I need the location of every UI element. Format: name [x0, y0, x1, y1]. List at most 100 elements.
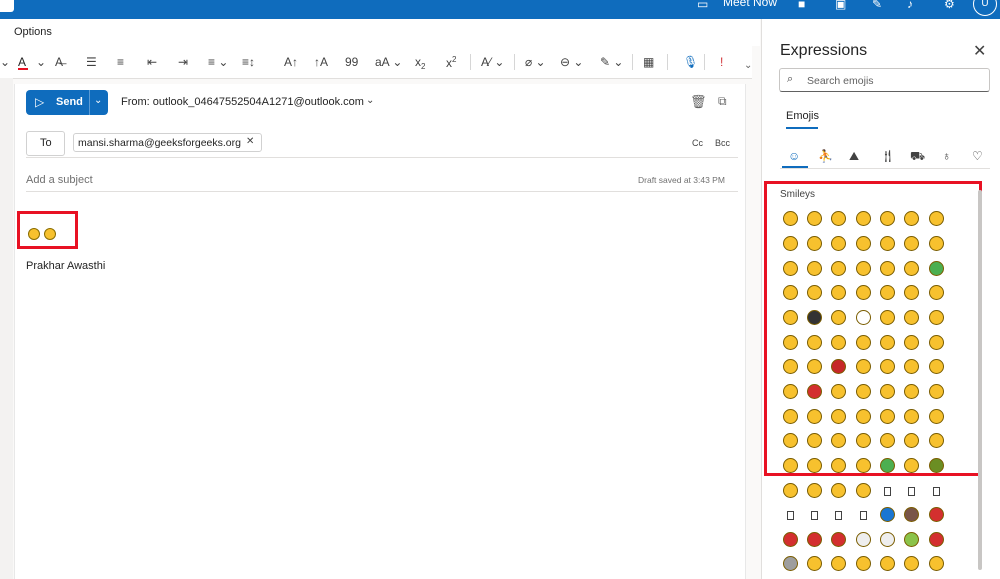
emoji-button[interactable]: [929, 236, 944, 251]
emoji-button[interactable]: [856, 359, 871, 374]
numbering-icon[interactable]: ≡: [117, 55, 124, 69]
emoji-button[interactable]: [807, 211, 822, 226]
bullets-icon[interactable]: ☰: [86, 55, 97, 69]
emoji-button[interactable]: [831, 556, 846, 571]
emoji-button[interactable]: [856, 433, 871, 448]
emoji-button[interactable]: [856, 409, 871, 424]
send-button[interactable]: ▷ Send ⌄: [26, 90, 108, 115]
cc-button[interactable]: Cc: [692, 138, 703, 148]
pop-out-icon[interactable]: ⧉: [718, 94, 727, 109]
search-input[interactable]: ⌕ Search emojis: [779, 68, 990, 92]
emoji-button[interactable]: [904, 409, 919, 424]
feedback-icon[interactable]: ✎: [872, 0, 882, 11]
discard-icon[interactable]: 🗑︎: [690, 94, 707, 110]
emoji-button[interactable]: [831, 458, 846, 473]
emoji-button[interactable]: [904, 433, 919, 448]
link-icon[interactable]: ⊖ ⌄: [560, 55, 583, 69]
emoji-button[interactable]: [929, 310, 944, 325]
increase-indent-icon[interactable]: ⇥: [178, 55, 188, 69]
emoji-button[interactable]: [807, 409, 822, 424]
emoji-button[interactable]: [880, 261, 895, 276]
emoji-button[interactable]: [880, 335, 895, 350]
meet-now-icon[interactable]: ▭: [697, 0, 708, 11]
dropdown-chevron-icon[interactable]: ⌄: [36, 55, 46, 69]
emoji-button[interactable]: [880, 211, 895, 226]
emoji-placeholder-icon[interactable]: [835, 511, 842, 520]
emoji-button[interactable]: [807, 483, 822, 498]
emoji-button[interactable]: [880, 507, 895, 522]
emoji-button[interactable]: [856, 211, 871, 226]
emoji-button[interactable]: [783, 556, 798, 571]
emoji-placeholder-icon[interactable]: [787, 511, 794, 520]
clear-format-icon[interactable]: A̶: [55, 55, 63, 69]
objects-icon[interactable]: ♁: [942, 149, 951, 163]
chevron-down-icon[interactable]: ⌄: [366, 95, 374, 106]
superscript-icon[interactable]: x2: [446, 55, 456, 70]
emoji-button[interactable]: [831, 384, 846, 399]
emoji-button[interactable]: [929, 384, 944, 399]
emoji-button[interactable]: [904, 285, 919, 300]
heart-icon[interactable]: ♡: [972, 149, 983, 163]
teams-icon[interactable]: ■: [798, 0, 805, 11]
emoji-button[interactable]: [807, 261, 822, 276]
emoji-button[interactable]: [929, 285, 944, 300]
emoji-button[interactable]: [831, 483, 846, 498]
close-icon[interactable]: ✕: [246, 136, 254, 147]
emoji-button[interactable]: [831, 335, 846, 350]
emoji-button[interactable]: [831, 409, 846, 424]
dictate-icon[interactable]: 🎙︎: [683, 55, 698, 69]
meet-now-button[interactable]: Meet Now: [723, 0, 777, 9]
emoji-button[interactable]: [783, 532, 798, 547]
emoji-button[interactable]: [783, 458, 798, 473]
emoji-placeholder-icon[interactable]: [811, 511, 818, 520]
emoji-button[interactable]: [929, 211, 944, 226]
emoji-button[interactable]: [831, 211, 846, 226]
emoji-button[interactable]: [929, 409, 944, 424]
emoji-button[interactable]: [904, 384, 919, 399]
travel-icon[interactable]: ⛟: [910, 149, 925, 165]
emoji-button[interactable]: [880, 359, 895, 374]
emoji-button[interactable]: [856, 310, 871, 325]
emoji-button[interactable]: [856, 532, 871, 547]
attach-icon[interactable]: ⌀ ⌄: [525, 55, 546, 69]
emoji-button[interactable]: [929, 433, 944, 448]
emoji-button[interactable]: [831, 532, 846, 547]
emoji-button[interactable]: [904, 359, 919, 374]
emoji-button[interactable]: [856, 458, 871, 473]
emoji-button[interactable]: [880, 236, 895, 251]
emoji-button[interactable]: [904, 236, 919, 251]
bcc-button[interactable]: Bcc: [715, 138, 730, 148]
emoji-button[interactable]: [831, 236, 846, 251]
smiley-icon[interactable]: ☺: [788, 149, 800, 163]
tab-emojis[interactable]: Emojis: [786, 110, 819, 122]
emoji-button[interactable]: [904, 261, 919, 276]
emoji-button[interactable]: [783, 335, 798, 350]
emoji-button[interactable]: [904, 310, 919, 325]
emoji-button[interactable]: [904, 211, 919, 226]
close-icon[interactable]: ✕: [973, 41, 986, 61]
emoji-button[interactable]: [856, 483, 871, 498]
signature-icon[interactable]: ✎ ⌄: [600, 55, 623, 69]
emoji-button[interactable]: [929, 507, 944, 522]
avatar[interactable]: U: [973, 0, 997, 16]
emoji-button[interactable]: [807, 433, 822, 448]
emoji-button[interactable]: [783, 211, 798, 226]
table-icon[interactable]: ▦: [643, 55, 654, 69]
emoji-button[interactable]: [831, 433, 846, 448]
emoji-button[interactable]: [880, 458, 895, 473]
emoji-placeholder-icon[interactable]: [860, 511, 867, 520]
dropdown-chevron-icon[interactable]: ⌄: [0, 55, 10, 69]
emoji-button[interactable]: [807, 458, 822, 473]
emoji-button[interactable]: [856, 384, 871, 399]
emoji-button[interactable]: [856, 335, 871, 350]
emoji-button[interactable]: [807, 310, 822, 325]
emoji-button[interactable]: [807, 285, 822, 300]
emoji-button[interactable]: [783, 285, 798, 300]
gear-icon[interactable]: ⚙: [944, 0, 955, 11]
to-button[interactable]: To: [26, 131, 65, 156]
app-launcher-icon[interactable]: [0, 0, 14, 12]
emoji-button[interactable]: [880, 556, 895, 571]
emoji-button[interactable]: [880, 532, 895, 547]
emoji-button[interactable]: [929, 261, 944, 276]
word-icon[interactable]: ▣: [835, 0, 846, 11]
